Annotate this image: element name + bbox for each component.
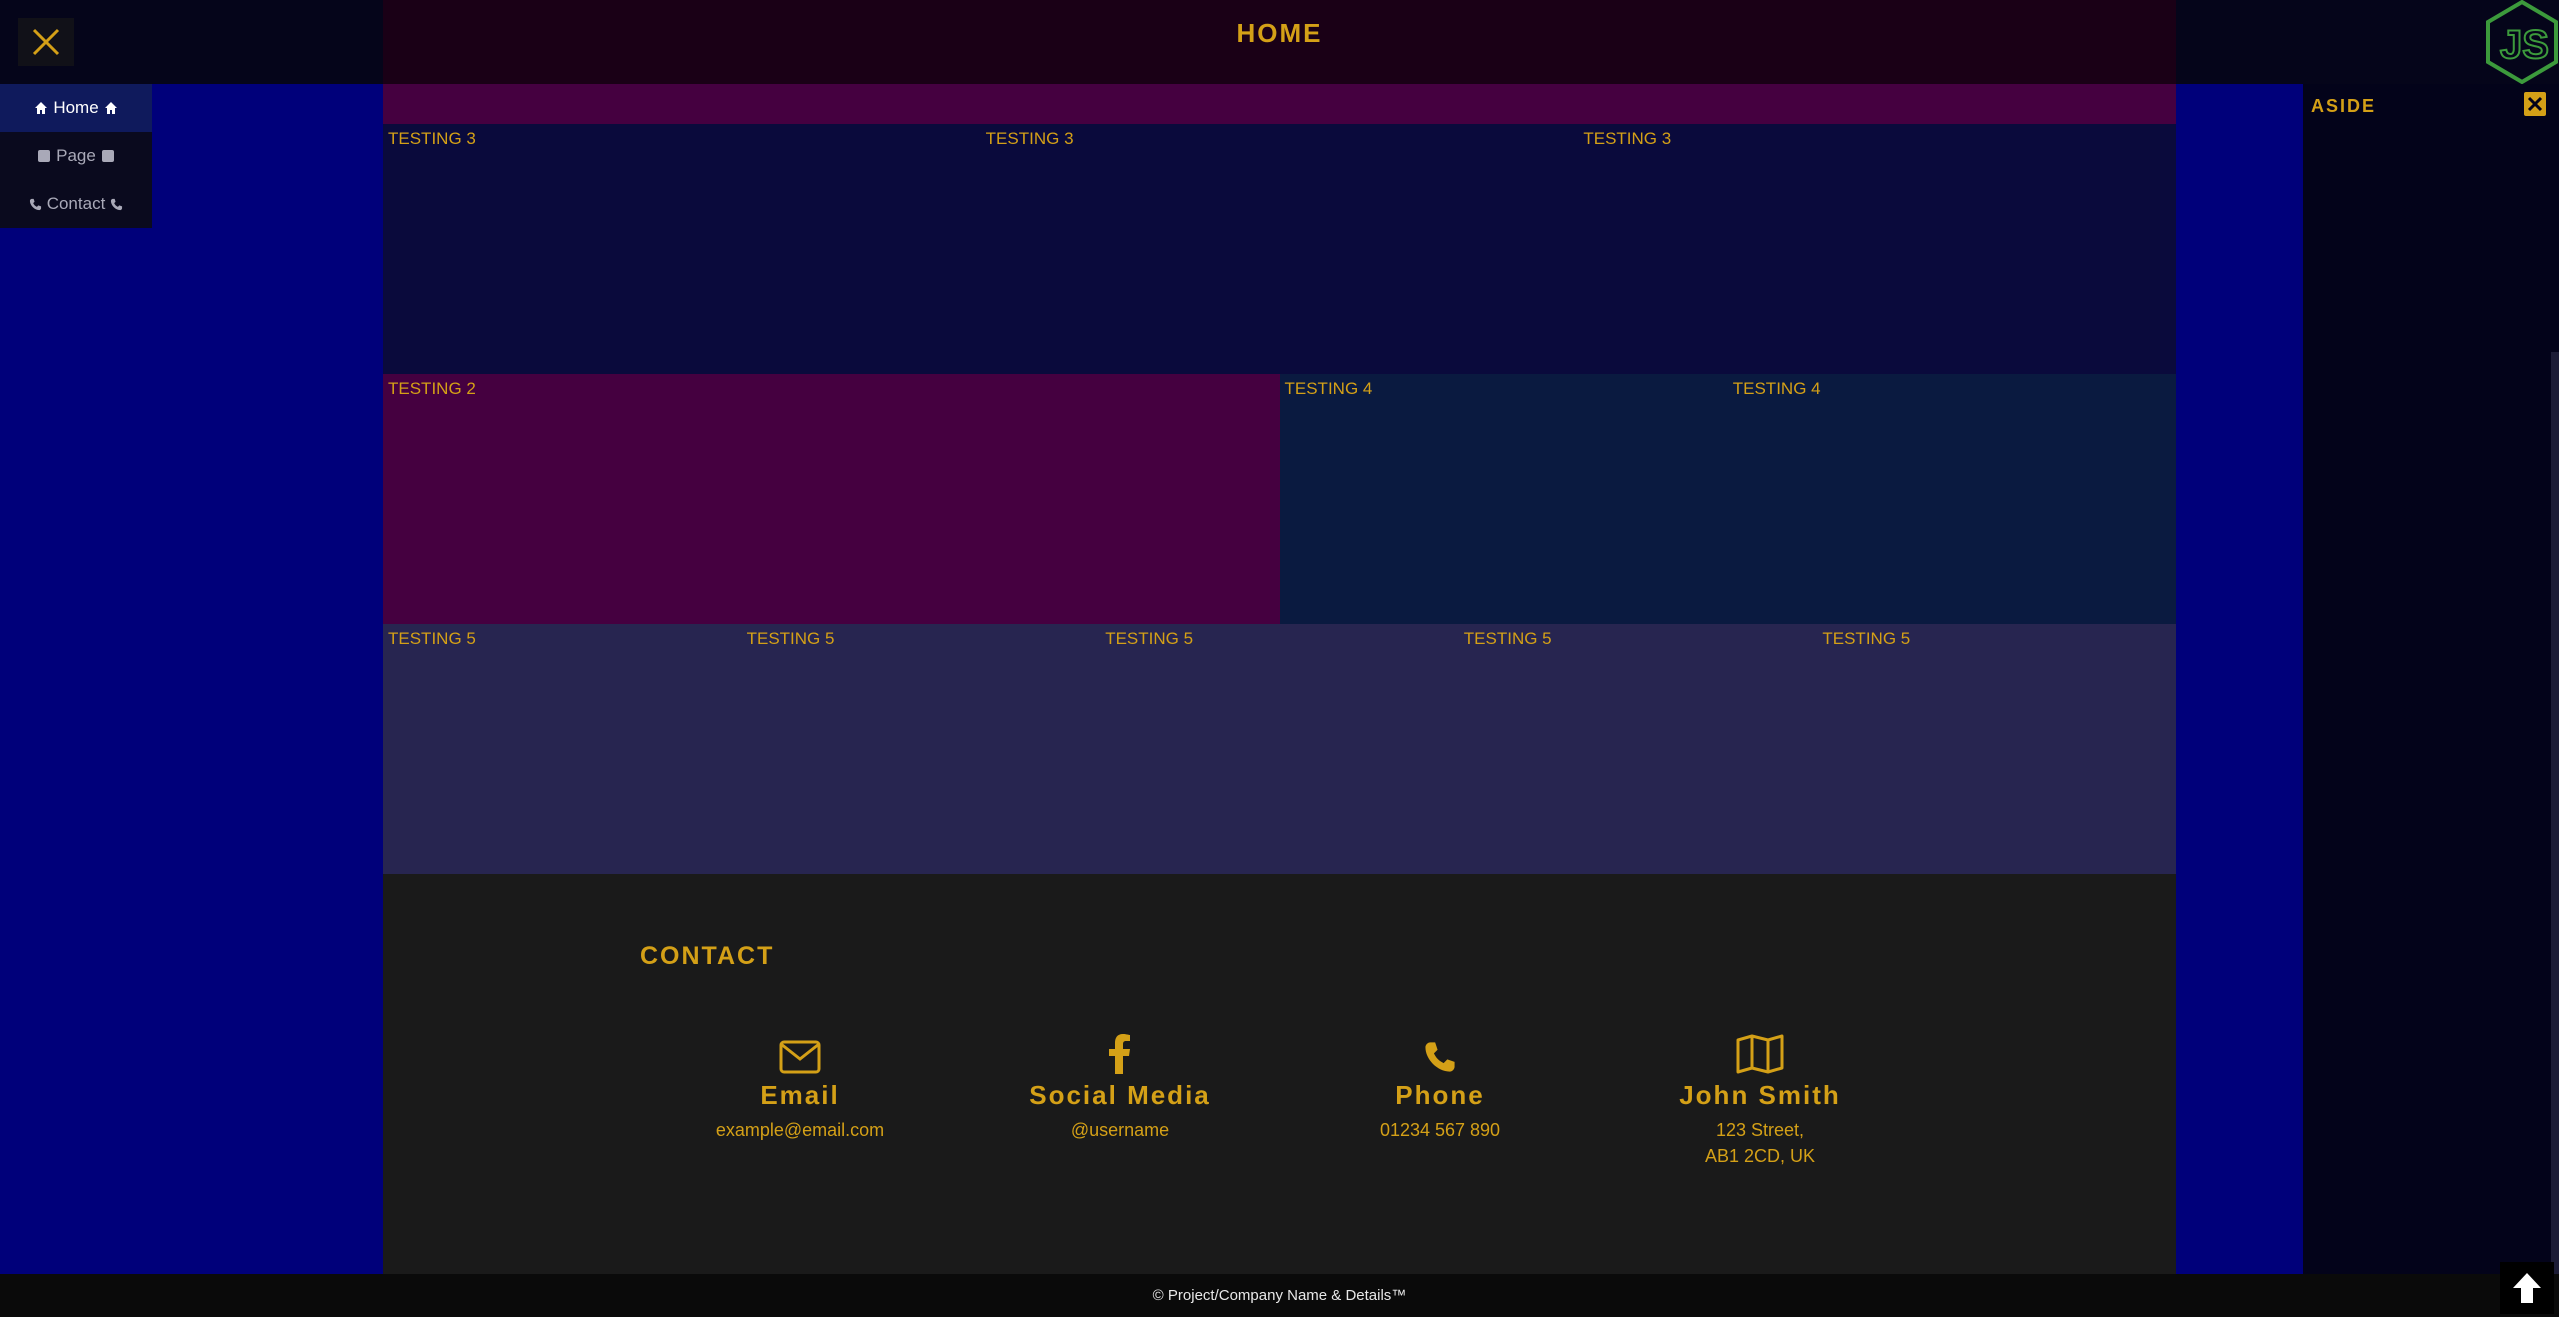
contact-item-address[interactable]: John Smith 123 Street, AB1 2CD, UK [1600, 1024, 1920, 1169]
contact-item-email[interactable]: Email example@email.com [640, 1024, 960, 1143]
phone-icon [29, 198, 41, 210]
cell-label: TESTING 5 [388, 629, 476, 648]
cell-label: TESTING 2 [388, 379, 476, 398]
contact-value: 123 Street, AB1 2CD, UK [1704, 1120, 1816, 1166]
back-to-top-button[interactable] [2500, 1262, 2554, 1314]
aside-panel: ASIDE [2303, 84, 2559, 1274]
grid-cell: TESTING 5 [1817, 624, 2176, 874]
facebook-icon [1109, 1034, 1130, 1074]
section-testing-2-4: TESTING 2 TESTING 4 TESTING 4 [383, 374, 2176, 624]
cell-label: TESTING 3 [1583, 129, 1672, 148]
grid-cell: TESTING 3 [981, 124, 1579, 374]
cell-label: TESTING 4 [1732, 379, 1821, 398]
page-header: HOME [383, 0, 2176, 84]
contact-item-phone[interactable]: Phone 01234 567 890 [1280, 1024, 1600, 1143]
contact-value: @username [1070, 1120, 1170, 1140]
footer-text: © Project/Company Name & Details™ [1152, 1287, 1407, 1304]
section-testing-3: TESTING 3 TESTING 3 TESTING 3 [383, 124, 2176, 374]
svg-text:JS: JS [2500, 23, 2549, 67]
grid-cell: TESTING 5 [742, 624, 1101, 874]
cell-label: TESTING 5 [1105, 629, 1194, 648]
cell-label: TESTING 3 [388, 129, 476, 148]
cell-label: TESTING 5 [746, 629, 835, 648]
aside-title: ASIDE [2311, 96, 2377, 116]
arrow-up-icon [2513, 1273, 2541, 1303]
banner-strip [383, 84, 2176, 124]
nav-item-contact[interactable]: Contact [0, 180, 152, 228]
map-icon [1736, 1034, 1784, 1074]
nav-item-page[interactable]: Page [0, 132, 152, 180]
envelope-icon [779, 1040, 821, 1074]
contact-section: CONTACT Email example@email.com Social M… [383, 874, 2176, 1274]
grid-cell: TESTING 5 [1100, 624, 1459, 874]
nodejs-logo: JS [2480, 0, 2559, 85]
contact-title: Email [760, 1080, 840, 1110]
nav-item-label: Contact [46, 194, 106, 213]
menu-close-button[interactable] [18, 18, 74, 66]
contact-title: Phone [1395, 1080, 1485, 1110]
cell-label: TESTING 4 [1284, 379, 1373, 398]
square-icon [101, 150, 114, 162]
contact-item-social[interactable]: Social Media @username [960, 1024, 1280, 1143]
square-icon [38, 150, 51, 162]
phone-icon [1425, 1042, 1455, 1072]
aside-close-button[interactable] [2523, 90, 2549, 118]
contact-title: John Smith [1679, 1080, 1841, 1110]
grid-cell: TESTING 2 [383, 374, 1280, 624]
contact-title: Social Media [1029, 1080, 1211, 1110]
nav-item-home[interactable]: Home [0, 84, 152, 132]
close-icon [32, 28, 60, 56]
phone-icon [111, 198, 123, 210]
grid-cell: TESTING 5 [1459, 624, 1818, 874]
contact-heading: CONTACT [640, 942, 775, 970]
grid-cell: TESTING 4 [1727, 374, 2176, 624]
footer: © Project/Company Name & Details™ [0, 1274, 2559, 1317]
nav-item-label: Home [53, 98, 99, 117]
grid-cell: TESTING 5 [383, 624, 742, 874]
home-icon [104, 102, 117, 114]
cell-label: TESTING 5 [1822, 629, 1911, 648]
cell-label: TESTING 5 [1463, 629, 1552, 648]
section-testing-5: TESTING 5 TESTING 5 TESTING 5 TESTING 5 … [383, 624, 2176, 874]
nav-item-label: Page [56, 146, 96, 165]
home-icon [35, 102, 48, 114]
cell-label: TESTING 3 [985, 129, 1074, 148]
page-title: HOME [1236, 17, 1323, 48]
grid-cell: TESTING 4 [1279, 374, 1728, 624]
close-square-icon [2524, 92, 2546, 116]
sidebar-nav: Home Page Contact [0, 84, 152, 228]
contact-value: example@email.com [715, 1120, 885, 1140]
contact-value: 01234 567 890 [1379, 1120, 1501, 1140]
grid-cell: TESTING 3 [383, 124, 981, 374]
scrollbar[interactable] [2551, 352, 2559, 1274]
grid-cell: TESTING 3 [1578, 124, 2176, 374]
